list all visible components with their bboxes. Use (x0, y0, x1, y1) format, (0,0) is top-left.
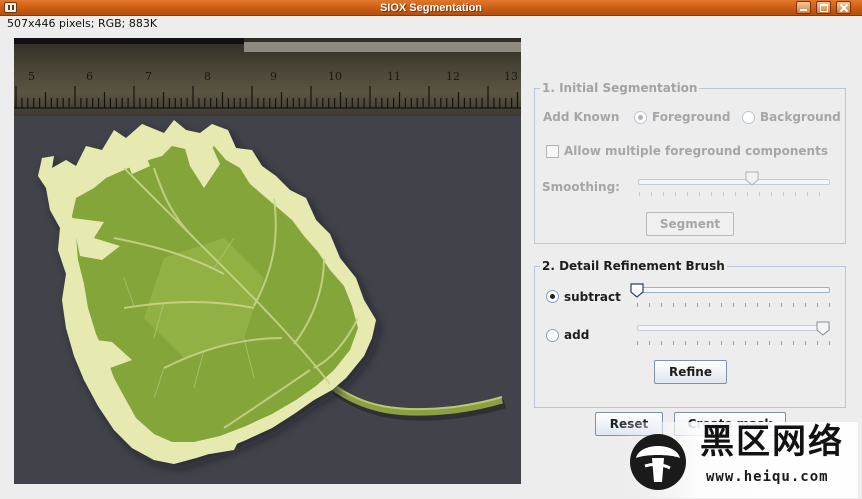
image-info-label: 507x446 pixels; RGB; 883K (7, 17, 158, 30)
watermark-text: 黑区网络 (700, 422, 844, 462)
maximize-button[interactable] (816, 1, 831, 14)
minimize-button[interactable] (796, 1, 811, 14)
add-slider-track[interactable] (637, 325, 830, 331)
add-known-label: Add Known (543, 110, 620, 124)
close-button[interactable] (836, 1, 851, 14)
smoothing-label: Smoothing: (542, 180, 620, 194)
subtract-label[interactable]: subtract (564, 289, 621, 305)
segment-button[interactable]: Segment (646, 212, 734, 236)
title-bar: SIOX Segmentation (0, 0, 862, 16)
smoothing-slider-thumb[interactable] (745, 171, 759, 186)
allow-multiple-checkbox[interactable] (546, 145, 559, 158)
image-canvas[interactable]: 5 6 7 8 9 10 11 12 13 (14, 38, 521, 484)
add-label[interactable]: add (564, 327, 589, 343)
watermark-url: www.heiqu.com (706, 469, 829, 485)
foreground-label[interactable]: Foreground (652, 109, 730, 125)
subtract-slider-thumb[interactable] (630, 283, 644, 298)
window-title: SIOX Segmentation (379, 2, 483, 14)
foreground-radio[interactable] (634, 111, 647, 124)
subtract-slider-track[interactable] (637, 287, 830, 293)
background-radio[interactable] (742, 111, 755, 124)
subtract-radio[interactable] (546, 290, 559, 303)
smoothing-slider-track[interactable] (638, 179, 830, 185)
detail-refinement-title: 2. Detail Refinement Brush (540, 258, 727, 274)
subtract-slider-ticks (637, 303, 830, 307)
background-label[interactable]: Background (760, 109, 841, 125)
smoothing-slider-ticks (639, 192, 831, 196)
add-slider-thumb[interactable] (816, 321, 830, 336)
add-radio[interactable] (546, 329, 559, 342)
leaf-image (38, 120, 507, 464)
add-slider-ticks (637, 341, 830, 345)
initial-segmentation-title: 1. Initial Segmentation (540, 80, 700, 96)
refine-button[interactable]: Refine (654, 360, 727, 384)
allow-multiple-label[interactable]: Allow multiple foreground components (564, 143, 828, 159)
